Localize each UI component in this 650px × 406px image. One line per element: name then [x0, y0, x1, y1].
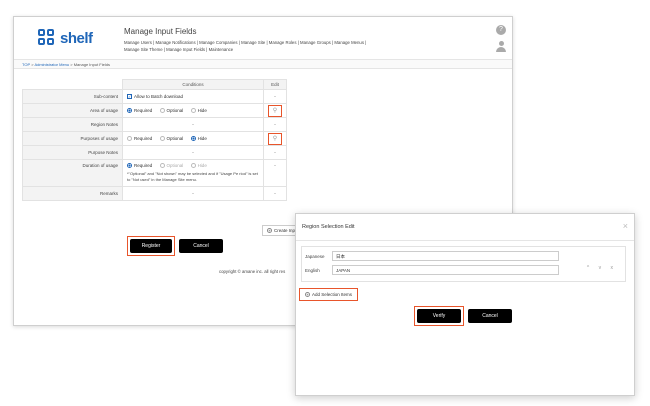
copyright: copyright © amane inc. all right res	[219, 269, 286, 274]
page-title: Manage Input Fields	[124, 27, 197, 36]
close-icon[interactable]: ×	[623, 221, 628, 231]
purposes-edit-link-icon[interactable]: ⚲	[268, 132, 282, 145]
purposes-hide-radio[interactable]	[190, 136, 196, 142]
move-up-icon[interactable]: ^	[587, 265, 593, 271]
header: shelf Manage Input Fields Manage Users |…	[14, 17, 512, 57]
verify-button[interactable]: Verify	[417, 309, 461, 323]
area-optional-radio[interactable]	[159, 108, 165, 114]
conditions-table: Conditions Edit Sub-content ✓ Allow to Ba…	[22, 79, 287, 202]
col-conditions: Conditions	[122, 79, 264, 90]
register-highlight: Register	[127, 236, 175, 256]
plus-icon: +	[267, 228, 272, 234]
duration-optional-radio	[159, 163, 165, 169]
nav-manage-users[interactable]: Manage Users	[124, 40, 152, 45]
table-row: Remarks - -	[22, 186, 287, 202]
selection-item-panel: Japanese 日本 English JAPAN ^ v x	[301, 246, 626, 282]
english-row: English JAPAN	[302, 265, 625, 277]
duration-hide-radio	[190, 163, 196, 169]
nav-manage-groups[interactable]: Manage Groups	[300, 40, 331, 45]
modal-title: Region Selection Edit	[302, 224, 355, 230]
cancel-button[interactable]: Cancel	[179, 239, 223, 253]
japanese-row: Japanese 日本	[302, 251, 625, 263]
table-row: Purposes of usage Required Optional Hide…	[22, 131, 287, 146]
col-edit: Edit	[263, 79, 287, 90]
area-required-radio[interactable]	[127, 108, 132, 114]
breadcrumb-current: Manage Input Fields	[73, 62, 110, 67]
duration-required-radio[interactable]	[127, 163, 132, 169]
admin-nav: Manage Users | Manage Notifications | Ma…	[124, 40, 367, 52]
verify-highlight: Verify	[414, 306, 464, 326]
breadcrumb-top[interactable]: TOP	[22, 62, 30, 67]
logo-text: shelf	[60, 29, 93, 47]
nav-manage-input-fields[interactable]: Manage Input Fields	[166, 47, 205, 52]
register-button[interactable]: Register	[130, 239, 172, 253]
modal-cancel-button[interactable]: Cancel	[468, 309, 512, 323]
divider	[296, 240, 634, 241]
area-hide-radio[interactable]	[190, 108, 196, 114]
purposes-optional-radio[interactable]	[159, 136, 165, 142]
item-controls: ^ v x	[587, 265, 617, 271]
table-row: Purpose Notes - -	[22, 145, 287, 160]
nav-manage-site-theme[interactable]: Manage Site Theme	[124, 47, 163, 52]
area-edit-link-icon[interactable]: ⚲	[268, 104, 282, 117]
purposes-required-radio[interactable]	[127, 136, 132, 142]
japanese-field[interactable]: 日本	[332, 251, 559, 261]
move-down-icon[interactable]: v	[599, 265, 606, 271]
nav-manage-companies[interactable]: Manage Companies	[199, 40, 237, 45]
english-field[interactable]: JAPAN	[332, 265, 559, 275]
duration-note: *"Optional" and "Not shown" may be selec…	[127, 171, 258, 183]
table-row: Region Notes - -	[22, 117, 287, 132]
region-selection-modal: Region Selection Edit × Japanese 日本 Engl…	[295, 213, 635, 396]
shelf-logo-icon	[38, 29, 56, 47]
table-row: Sub-content ✓ Allow to Batch download -	[22, 89, 287, 104]
breadcrumb: TOP > Administrator Menu > Manage Input …	[14, 59, 512, 69]
user-icon[interactable]	[496, 41, 506, 53]
batch-download-checkbox[interactable]: ✓	[127, 94, 132, 100]
nav-manage-notifications[interactable]: Manage Notifications	[155, 40, 195, 45]
add-selection-items-button[interactable]: + Add Selection Items	[299, 288, 359, 302]
delete-icon[interactable]: x	[611, 265, 618, 271]
logo[interactable]: shelf	[38, 29, 93, 47]
help-icon[interactable]: ?	[496, 25, 506, 35]
nav-maintenance[interactable]: Maintenance	[209, 47, 234, 52]
nav-manage-site[interactable]: Manage Site	[241, 40, 265, 45]
plus-icon: +	[305, 292, 310, 298]
table-row: Area of usage Required Optional Hide ⚲	[22, 103, 287, 118]
nav-manage-roles[interactable]: Manage Roles	[269, 40, 297, 45]
table-row: Duration of usage Required Optional Hide…	[22, 158, 287, 188]
nav-manage-menus[interactable]: Manage Menus	[334, 40, 364, 45]
breadcrumb-admin-menu[interactable]: Administrator Menu	[34, 62, 69, 67]
